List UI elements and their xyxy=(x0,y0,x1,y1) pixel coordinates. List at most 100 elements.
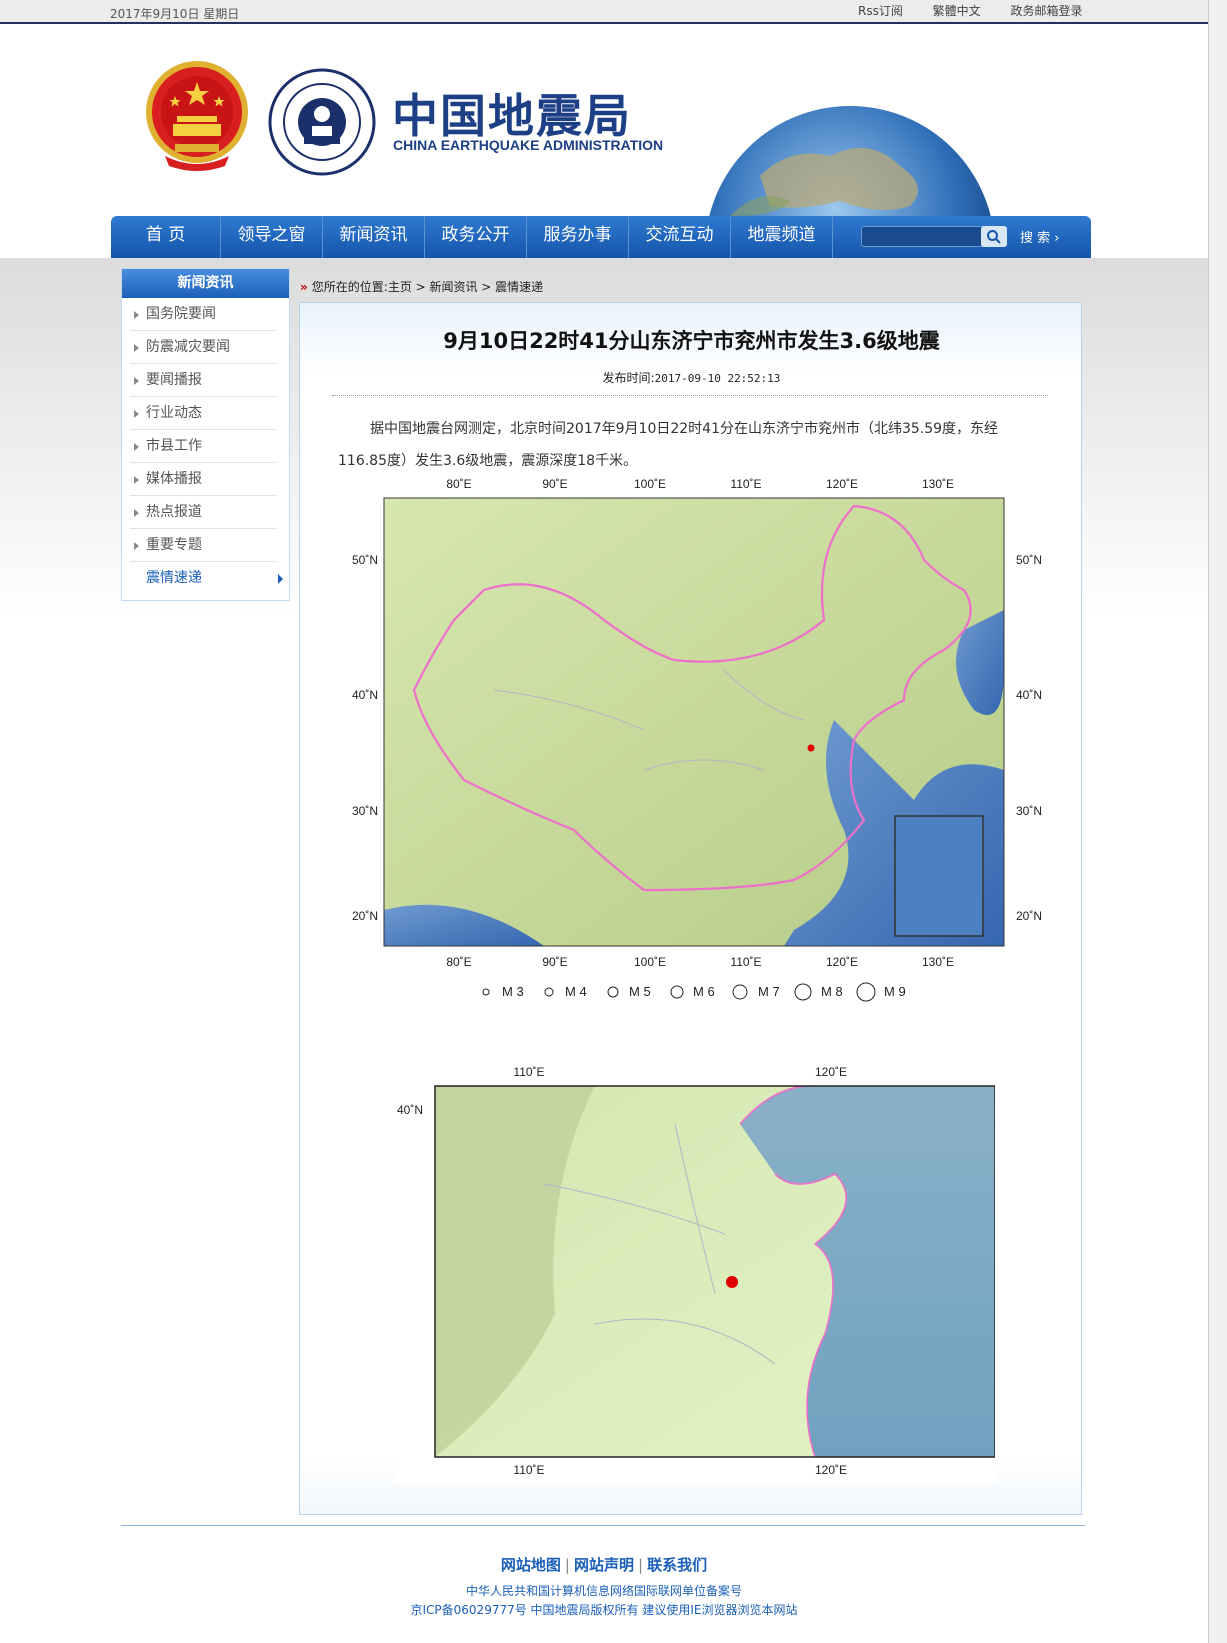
map1-lon-label: 120˚E xyxy=(826,477,858,491)
epicenter-marker xyxy=(807,744,815,752)
sidebar-item[interactable]: 国务院要闻 xyxy=(130,298,277,331)
map1-lat-label: 30˚N xyxy=(1016,804,1042,818)
nav-earthquake-channel[interactable]: 地震频道 xyxy=(731,216,833,258)
sidebar-item[interactable]: 行业动态 xyxy=(130,397,277,430)
arrow-right-icon xyxy=(134,509,139,517)
map1-lat-label: 40˚N xyxy=(352,688,378,702)
top-links: Rss订阅 繁體中文 政务邮箱登录 xyxy=(858,2,1109,19)
rss-link[interactable]: Rss订阅 xyxy=(858,4,903,18)
logo-subtitle: CHINA EARTHQUAKE ADMINISTRATION xyxy=(393,137,664,153)
double-arrow-icon: » xyxy=(300,280,308,294)
arrow-right-icon xyxy=(134,443,139,451)
traditional-chinese-link[interactable]: 繁體中文 xyxy=(933,4,981,18)
sidebar-item-label: 市县工作 xyxy=(146,438,202,454)
epicenter-zoom-map: 110˚E 120˚E 110˚E 120˚E 40˚N xyxy=(395,1064,995,1484)
nav-gov-affairs[interactable]: 政务公开 xyxy=(425,216,527,258)
sidebar-item[interactable]: 要闻播报 xyxy=(130,364,277,397)
publish-info: 发布时间:2017-09-10 22:52:13 xyxy=(300,369,1083,386)
legend-label: M 3 xyxy=(502,984,524,999)
cea-seal-icon xyxy=(268,68,376,176)
sidebar-item-label: 重要专题 xyxy=(146,537,202,553)
arrow-right-icon xyxy=(134,410,139,418)
breadcrumb-path[interactable]: 主页 > 新闻资讯 > 震情速递 xyxy=(388,280,543,294)
nav-news[interactable]: 新闻资讯 xyxy=(323,216,425,258)
footer-links: 网站地图 | 网站声明 | 联系我们 xyxy=(0,1554,1208,1575)
map1-lat-label: 40˚N xyxy=(1016,688,1042,702)
top-bar: 2017年9月10日 星期日 Rss订阅 繁體中文 政务邮箱登录 xyxy=(0,0,1208,24)
footer-registration[interactable]: 中华人民共和国计算机信息网络国际联网单位备案号 xyxy=(0,1582,1208,1601)
footer-copyright: 京ICP备06029777号 中国地震局版权所有 建议使用IE浏览器浏览本网站 xyxy=(410,1603,798,1617)
globe-icon xyxy=(709,106,991,216)
publish-label: 发布时间: xyxy=(602,371,655,385)
nav-home[interactable]: 首 页 xyxy=(111,216,221,258)
divider xyxy=(332,395,1048,396)
nav-services[interactable]: 服务办事 xyxy=(527,216,629,258)
sidebar-item-active[interactable]: 震情速递 xyxy=(130,562,283,595)
sidebar: 新闻资讯 国务院要闻 防震减灾要闻 要闻播报 行业动态 市县工作 媒体播报 热点… xyxy=(121,268,290,601)
map2-lon-label: 110˚E xyxy=(513,1463,544,1477)
sidebar-item[interactable]: 重要专题 xyxy=(130,529,277,562)
legend-label: M 5 xyxy=(629,984,651,999)
nav-leadership[interactable]: 领导之窗 xyxy=(221,216,323,258)
map1-lon-label: 100˚E xyxy=(634,955,666,969)
south-china-sea-inset xyxy=(894,815,984,937)
search-button[interactable]: 搜 索 › xyxy=(1020,227,1059,246)
legend-label: M 4 xyxy=(565,984,587,999)
map2-lon-label: 110˚E xyxy=(513,1065,544,1079)
map1-lat-label: 50˚N xyxy=(1016,553,1042,567)
sidebar-item-label: 热点报道 xyxy=(146,504,202,520)
map1-lon-label: 110˚E xyxy=(730,477,761,491)
map1-lon-label: 110˚E xyxy=(730,955,761,969)
map1-lon-label: 80˚E xyxy=(446,477,471,491)
sidebar-item[interactable]: 热点报道 xyxy=(130,496,277,529)
map1-lat-label: 20˚N xyxy=(1016,909,1042,923)
search-icon[interactable] xyxy=(981,226,1007,247)
legend-label: M 6 xyxy=(693,984,715,999)
contact-us-link[interactable]: 联系我们 xyxy=(647,1556,707,1574)
arrow-right-icon xyxy=(134,476,139,484)
map2-lon-label: 120˚E xyxy=(815,1065,847,1079)
epicenter-marker xyxy=(726,1276,738,1288)
map1-lat-label: 30˚N xyxy=(352,804,378,818)
legend-label: M 9 xyxy=(884,984,906,999)
map1-lon-label: 90˚E xyxy=(542,955,567,969)
china-overview-map: 80˚E 90˚E 100˚E 110˚E 120˚E 130˚E 80˚E 9… xyxy=(344,470,1044,1002)
sidebar-item-label: 行业动态 xyxy=(146,405,202,421)
sidebar-item[interactable]: 市县工作 xyxy=(130,430,277,463)
site-header: 中国地震局 CHINA EARTHQUAKE ADMINISTRATION xyxy=(0,26,1208,216)
sidebar-item-label: 媒体播报 xyxy=(146,471,202,487)
nav-interaction[interactable]: 交流互动 xyxy=(629,216,731,258)
sidebar-item[interactable]: 防震减灾要闻 xyxy=(130,331,277,364)
sidebar-item-label: 防震减灾要闻 xyxy=(146,339,230,355)
map1-lon-label: 80˚E xyxy=(446,955,471,969)
sitemap-link[interactable]: 网站地图 xyxy=(501,1556,561,1574)
map1-lon-label: 120˚E xyxy=(826,955,858,969)
map1-lon-label: 130˚E xyxy=(922,477,954,491)
arrow-right-icon xyxy=(278,574,283,584)
current-date: 2017年9月10日 星期日 xyxy=(110,7,240,21)
legend-label: M 7 xyxy=(758,984,780,999)
breadcrumb-prefix: 您所在的位置: xyxy=(311,280,388,294)
arrow-right-icon xyxy=(134,377,139,385)
national-emblem-icon xyxy=(146,61,248,171)
scrollbar[interactable] xyxy=(1208,0,1227,1643)
map1-lat-label: 20˚N xyxy=(352,909,378,923)
search-label: 搜 索 xyxy=(1020,231,1051,246)
gov-email-login-link[interactable]: 政务邮箱登录 xyxy=(1011,4,1083,18)
sidebar-item[interactable]: 媒体播报 xyxy=(130,463,277,496)
map1-lon-label: 130˚E xyxy=(922,955,954,969)
legend-label: M 8 xyxy=(821,984,843,999)
footer-separator: | xyxy=(564,1556,570,1574)
footer-separator: | xyxy=(638,1556,644,1574)
main-nav: 首 页 领导之窗 新闻资讯 政务公开 服务办事 交流互动 地震频道 搜 索 › xyxy=(111,216,1091,258)
footer-info: 中华人民共和国计算机信息网络国际联网单位备案号 京ICP备06029777号 中… xyxy=(0,1582,1208,1620)
map2-lon-label: 120˚E xyxy=(815,1463,847,1477)
map2-lat-label: 40˚N xyxy=(397,1103,423,1117)
map1-lon-label: 90˚E xyxy=(542,477,567,491)
sidebar-item-label: 震情速递 xyxy=(146,570,202,586)
arrow-right-icon xyxy=(134,344,139,352)
site-statement-link[interactable]: 网站声明 xyxy=(574,1556,634,1574)
arrow-right-icon xyxy=(134,311,139,319)
article-body: 据中国地震台网测定，北京时间2017年9月10日22时41分在山东济宁市兖州市（… xyxy=(338,421,999,469)
sidebar-title: 新闻资讯 xyxy=(122,269,289,298)
